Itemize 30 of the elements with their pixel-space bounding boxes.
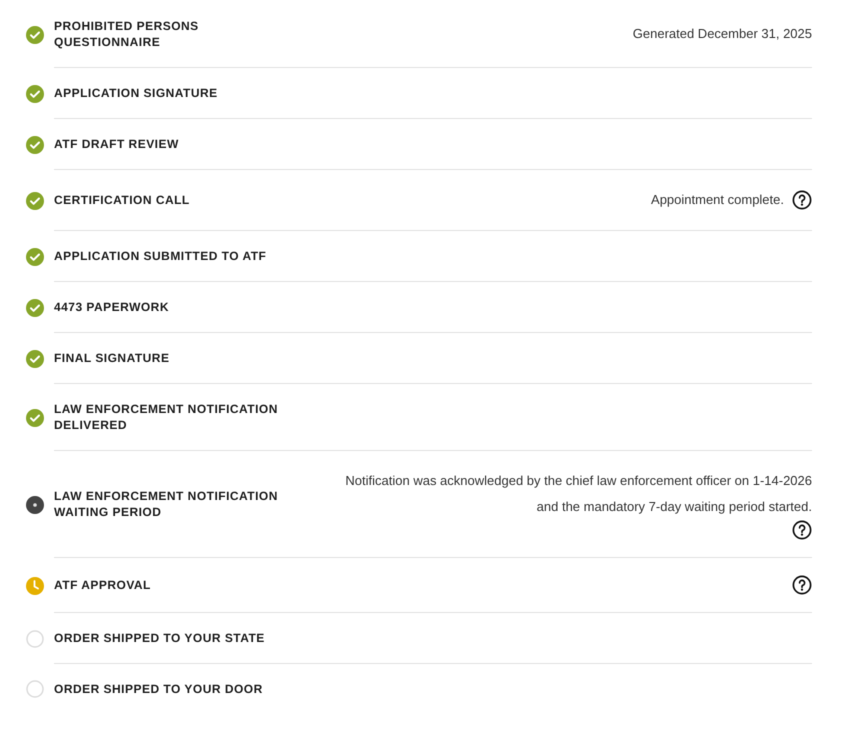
empty-circle-icon xyxy=(26,680,44,698)
check-icon xyxy=(26,350,44,368)
step-title: APPLICATION SIGNATURE xyxy=(54,85,219,101)
step-title: ORDER SHIPPED TO YOUR STATE xyxy=(54,630,266,646)
step-title: ATF DRAFT REVIEW xyxy=(54,136,180,152)
step-note: Appointment complete. xyxy=(651,191,784,209)
clock-icon xyxy=(26,576,44,594)
check-icon xyxy=(26,248,44,266)
check-icon xyxy=(26,26,44,44)
step-title: 4473 PAPERWORK xyxy=(54,299,170,315)
check-icon xyxy=(26,192,44,210)
check-icon xyxy=(26,408,44,426)
step-title: CERTIFICATION CALL xyxy=(54,192,191,208)
step-title: ATF APPROVAL xyxy=(54,577,152,593)
in-progress-icon xyxy=(26,496,44,514)
step-note: Notification was acknowledged by the chief law enforcement officer on 1-14-2026 and the mandatory 7-day waiting period started. xyxy=(344,472,812,516)
step-title: APPLICATION SUBMITTED TO ATF xyxy=(54,248,268,264)
help-icon[interactable] xyxy=(792,190,812,210)
check-icon xyxy=(26,298,44,316)
help-icon[interactable] xyxy=(792,575,812,595)
step-title: LAW ENFORCEMENT NOTIFICATION DELIVERED xyxy=(54,401,279,433)
step-title: FINAL SIGNATURE xyxy=(54,350,170,366)
check-icon xyxy=(26,84,44,102)
empty-circle-icon xyxy=(26,630,44,648)
step-note: Generated December 31, 2025 xyxy=(632,25,812,43)
check-icon xyxy=(26,136,44,154)
step-title: ORDER SHIPPED TO YOUR DOOR xyxy=(54,681,264,697)
step-title: LAW ENFORCEMENT NOTIFICATION WAITING PERIOD xyxy=(54,488,279,520)
help-icon[interactable] xyxy=(792,520,812,540)
step-title: PROHIBITED PERSONS QUESTIONNAIRE xyxy=(54,18,200,50)
